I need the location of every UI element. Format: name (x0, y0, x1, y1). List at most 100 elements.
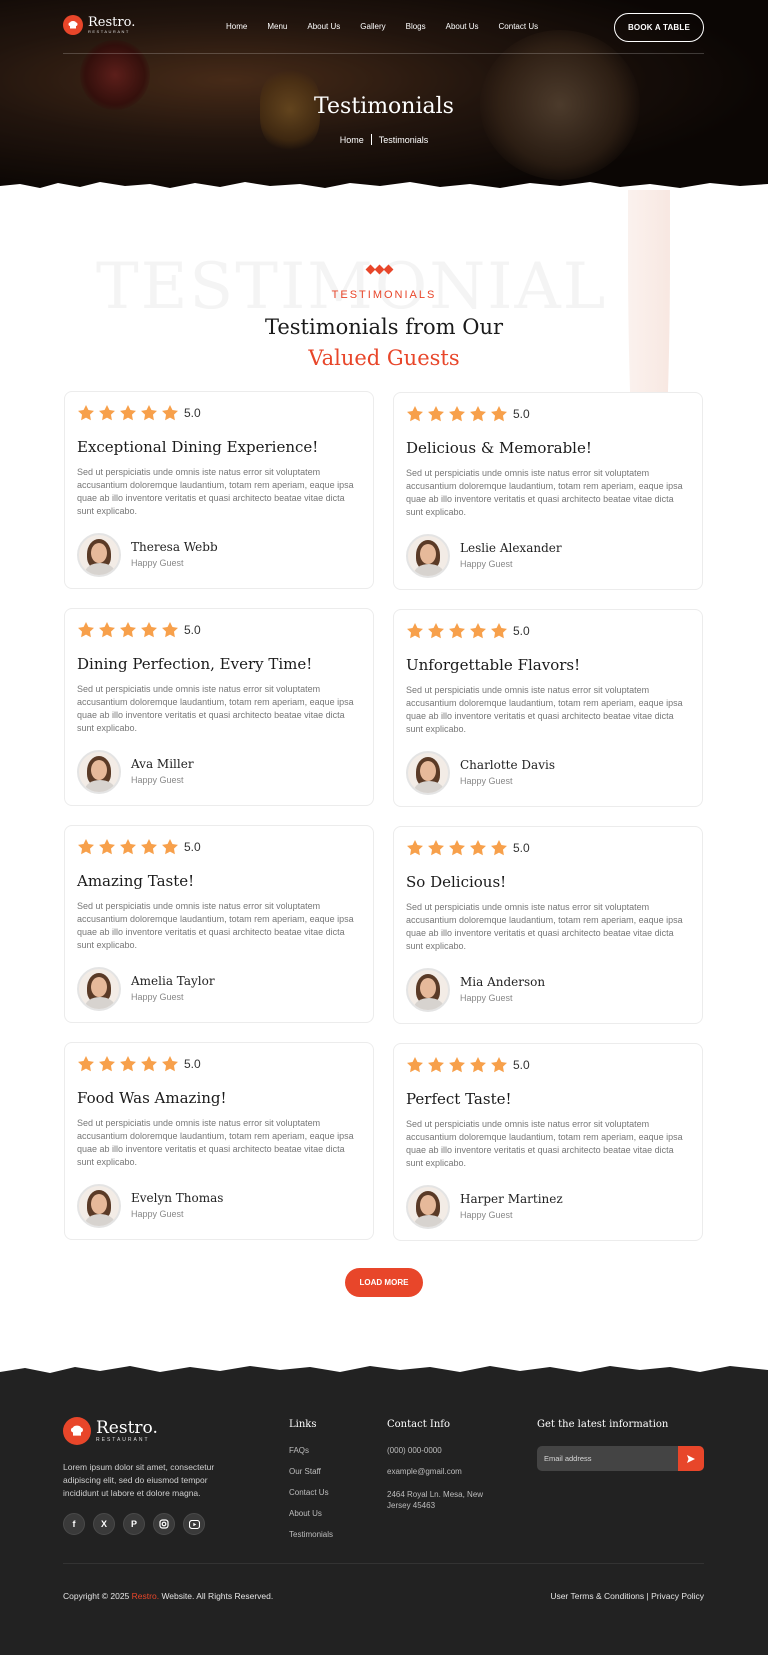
breadcrumb-home[interactable]: Home (340, 135, 364, 145)
testimonial-title: Food Was Amazing! (77, 1089, 227, 1107)
star-icon (141, 622, 157, 638)
star-icon (491, 1057, 507, 1073)
footer-address: 2464 Royal Ln. Mesa, New Jersey 45463 (387, 1490, 484, 1510)
testimonial-card: 5.0 Amazing Taste! Sed ut perspiciatis und… (64, 825, 374, 1023)
guest-role: Happy Guest (460, 559, 513, 569)
testimonial-card: 5.0 Exceptional Dining Experience! Sed ut … (64, 391, 374, 589)
star-icon (99, 622, 115, 638)
testimonial-text: Sed ut perspiciatis unde omnis iste natu… (406, 468, 683, 517)
instagram-icon[interactable] (153, 1513, 175, 1535)
x-icon[interactable]: X (93, 1513, 115, 1535)
guest-name: Leslie Alexander (460, 541, 562, 555)
page-title: Testimonials (314, 94, 454, 119)
star-icon (407, 1057, 423, 1073)
star-icon (470, 623, 486, 639)
star-icon (162, 839, 178, 855)
legal-links[interactable]: User Terms & Conditions | Privacy Policy (550, 1591, 704, 1601)
guest-role: Happy Guest (131, 1209, 184, 1219)
star-rating: 5.0 (406, 622, 530, 640)
breadcrumb-separator (370, 134, 372, 145)
guest-role: Happy Guest (131, 992, 184, 1002)
testimonial-card: 5.0 So Delicious! Sed ut perspiciatis unde… (393, 826, 703, 1024)
nav-item-contact-us[interactable]: Contact Us (499, 22, 539, 31)
nav-item-menu[interactable]: Menu (267, 22, 287, 31)
section-title: Testimonials from Our Valued Guests (0, 312, 768, 374)
testimonial-title: Dining Perfection, Every Time! (77, 655, 313, 673)
send-icon[interactable] (678, 1446, 704, 1471)
rating-value: 5.0 (513, 1058, 530, 1072)
newsletter-email-input[interactable] (537, 1446, 677, 1471)
section-title-line2: Valued Guests (308, 346, 460, 370)
star-rating: 5.0 (406, 405, 530, 423)
logo-name: Restro. (88, 15, 136, 30)
guest-role: Happy Guest (131, 775, 184, 785)
newsletter-heading: Get the latest information (537, 1419, 669, 1430)
chef-hat-icon (63, 15, 83, 35)
testimonial-text: Sed ut perspiciatis unde omnis iste natu… (406, 685, 683, 734)
footer-phone[interactable]: (000) 000-0000 (387, 1446, 442, 1455)
logo-tagline: RESTAURANT (88, 29, 130, 34)
footer-email[interactable]: example@gmail.com (387, 1467, 462, 1476)
testimonial-text: Sed ut perspiciatis unde omnis iste natu… (77, 467, 354, 516)
star-icon (491, 623, 507, 639)
rating-value: 5.0 (184, 840, 201, 854)
guest-name: Mia Anderson (460, 975, 546, 989)
footer-link-about-us[interactable]: About Us (289, 1509, 322, 1518)
testimonial-card: 5.0 Delicious & Memorable! Sed ut perspici… (393, 392, 703, 590)
rating-value: 5.0 (184, 1057, 201, 1071)
nav-item-home[interactable]: Home (226, 22, 247, 31)
star-icon (428, 623, 444, 639)
copyright-brand-link[interactable]: Restro. (132, 1591, 159, 1601)
testimonial-title: So Delicious! (406, 873, 507, 891)
star-icon (407, 623, 423, 639)
testimonial-text: Sed ut perspiciatis unde omnis iste natu… (77, 1118, 354, 1167)
star-icon (407, 406, 423, 422)
star-icon (491, 840, 507, 856)
nav-item-about-us[interactable]: About Us (307, 22, 340, 31)
nav-item-blogs[interactable]: Blogs (406, 22, 426, 31)
nav-divider (63, 53, 704, 54)
star-icon (428, 406, 444, 422)
guest-role: Happy Guest (460, 993, 513, 1003)
footer-link-our-staff[interactable]: Our Staff (289, 1467, 321, 1476)
star-icon (141, 405, 157, 421)
star-icon (428, 1057, 444, 1073)
breadcrumb: Home Testimonials (0, 134, 768, 145)
star-icon (407, 840, 423, 856)
footer-link-contact-us[interactable]: Contact Us (289, 1488, 329, 1497)
rating-value: 5.0 (184, 623, 201, 637)
testimonial-card: 5.0 Dining Perfection, Every Time! Sed ut … (64, 608, 374, 806)
youtube-icon[interactable] (183, 1513, 205, 1535)
avatar (406, 534, 450, 578)
pinterest-icon[interactable]: P (123, 1513, 145, 1535)
star-rating: 5.0 (406, 1056, 530, 1074)
book-a-table-button[interactable]: BOOK A TABLE (614, 13, 704, 42)
testimonial-title: Perfect Taste! (406, 1090, 512, 1108)
star-icon (99, 839, 115, 855)
guest-name: Harper Martinez (460, 1192, 563, 1206)
footer-link-testimonials[interactable]: Testimonials (289, 1530, 333, 1539)
star-icon (120, 839, 136, 855)
footer-logo[interactable]: Restro. RESTAURANT (63, 1417, 158, 1445)
star-icon (78, 839, 94, 855)
logo[interactable]: Restro. RESTAURANT (63, 15, 135, 35)
star-icon (120, 1056, 136, 1072)
star-icon (162, 622, 178, 638)
load-more-button[interactable]: LOAD MORE (345, 1268, 423, 1297)
nav-item-gallery[interactable]: Gallery (360, 22, 385, 31)
guest-name: Charlotte Davis (460, 758, 555, 772)
footer-link-faqs[interactable]: FAQs (289, 1446, 309, 1455)
star-rating: 5.0 (77, 621, 201, 639)
rating-value: 5.0 (513, 407, 530, 421)
top-nav: Restro. RESTAURANT Home Menu About Us Ga… (63, 13, 704, 43)
star-icon (78, 622, 94, 638)
star-rating: 5.0 (77, 1055, 201, 1073)
guest-name: Amelia Taylor (131, 974, 215, 988)
copyright-prefix: Copyright © 2025 (63, 1591, 130, 1601)
guest-role: Happy Guest (460, 776, 513, 786)
nav-item-about-us-2[interactable]: About Us (446, 22, 479, 31)
star-icon (470, 1057, 486, 1073)
facebook-icon[interactable]: f (63, 1513, 85, 1535)
guest-name: Ava Miller (131, 757, 194, 771)
avatar (77, 967, 121, 1011)
